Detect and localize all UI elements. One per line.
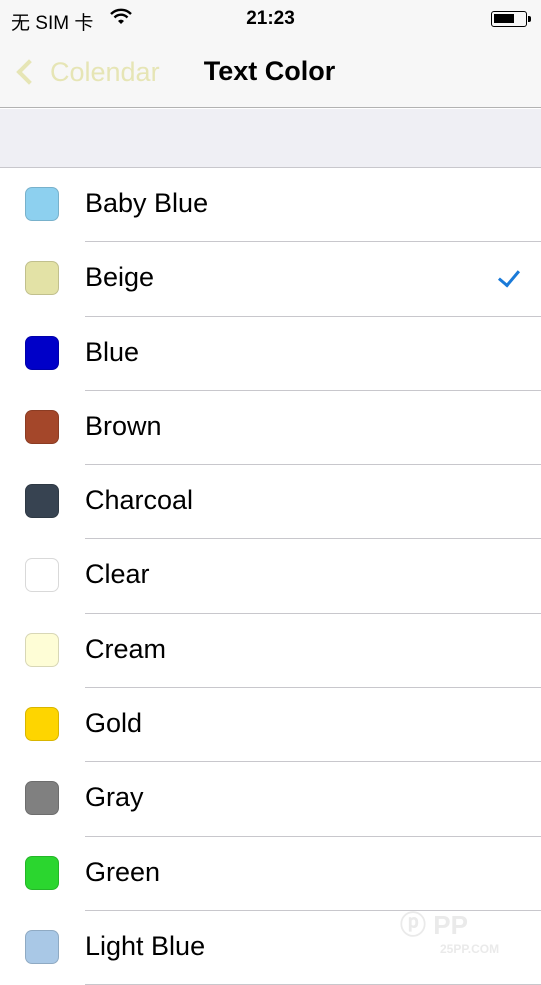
color-option[interactable]: Gray <box>0 762 541 837</box>
color-option[interactable]: Blue <box>0 317 541 391</box>
color-swatch <box>25 409 59 444</box>
page-title-text: Text Color <box>203 56 336 86</box>
color-label: Charcoal <box>85 485 194 516</box>
page-title: Text Color <box>0 56 541 87</box>
color-swatch <box>25 855 59 890</box>
color-option[interactable]: Green <box>0 837 541 911</box>
color-list: Baby Blue Beige Blue Brown Charcoal Clear Crea… <box>0 168 541 985</box>
color-option[interactable]: Charcoal <box>0 465 541 540</box>
color-option[interactable]: Clear <box>0 539 541 614</box>
color-option[interactable]: Beige <box>0 242 541 317</box>
color-swatch <box>25 558 59 593</box>
color-label: Baby Blue <box>85 188 209 218</box>
color-swatch <box>25 781 59 816</box>
color-label: Beige <box>85 262 155 293</box>
color-swatch <box>25 929 59 964</box>
checkmark-icon <box>497 264 521 288</box>
color-swatch <box>25 707 59 742</box>
color-label: Gray <box>85 782 144 813</box>
color-option[interactable]: Brown <box>0 391 541 466</box>
color-swatch <box>25 335 59 370</box>
clock: 21:23 <box>246 8 295 29</box>
color-option[interactable]: Cream <box>0 614 541 689</box>
section-header <box>0 109 541 168</box>
status-bar: 无 SIM 卡 21:23 <box>0 6 541 34</box>
color-option[interactable]: Gold <box>0 688 541 763</box>
color-swatch <box>25 632 59 667</box>
color-label: Blue <box>85 336 140 367</box>
watermark-logo: ⓟ PP 25PP.COM <box>400 910 500 956</box>
color-label: Clear <box>85 559 150 590</box>
color-swatch <box>25 261 59 296</box>
color-label: Brown <box>85 410 162 441</box>
color-label: Green <box>85 856 161 887</box>
color-option[interactable]: Baby Blue <box>0 168 541 243</box>
color-label: Cream <box>85 633 167 664</box>
battery-icon <box>491 11 531 27</box>
color-label: Gold <box>85 708 143 739</box>
top-bar: 无 SIM 卡 21:23 Colendar Text Color <box>0 0 541 108</box>
color-swatch <box>25 484 59 519</box>
color-swatch <box>25 187 59 221</box>
color-label: Light Blue <box>85 930 206 961</box>
